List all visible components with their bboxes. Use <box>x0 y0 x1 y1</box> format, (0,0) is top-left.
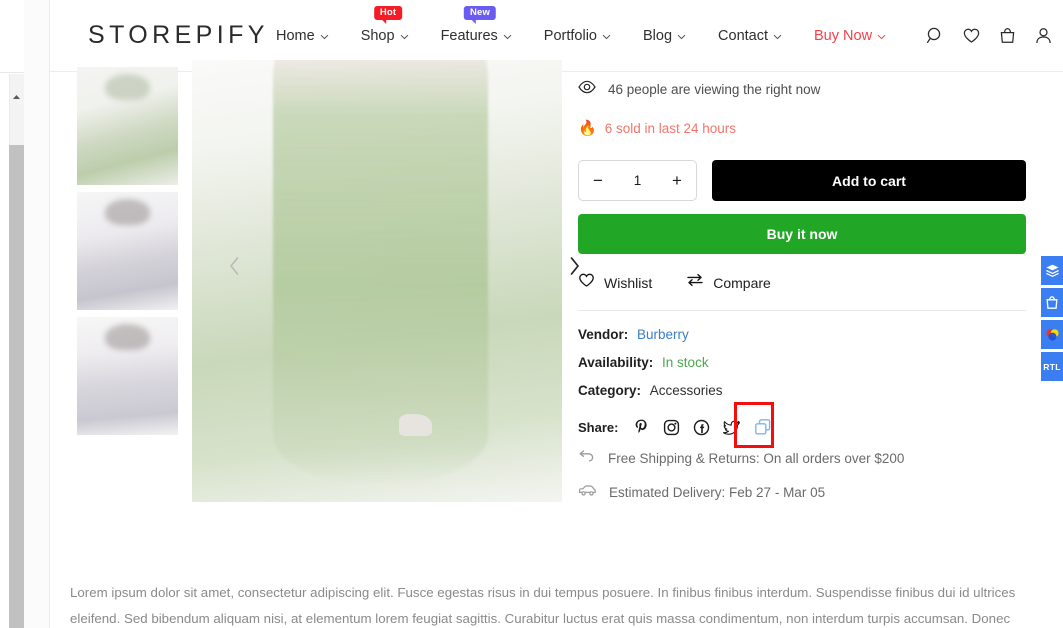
product-page: STOREPIFY Home Hot Shop New Features Por… <box>0 0 1063 628</box>
twitter-icon[interactable] <box>723 419 741 436</box>
nav-item-shop[interactable]: Hot Shop <box>345 5 425 44</box>
viewing-counter-text: 46 people are viewing the right now <box>608 82 821 97</box>
buy-it-now-button[interactable]: Buy it now <box>578 214 1026 254</box>
pinterest-icon[interactable] <box>633 418 650 436</box>
share-label: Share: <box>578 419 619 435</box>
side-toolbar: RTL <box>1041 256 1063 381</box>
eye-icon <box>578 80 596 99</box>
nav-item-contact[interactable]: Contact <box>702 28 798 44</box>
add-to-cart-button[interactable]: Add to cart <box>712 160 1026 201</box>
quantity-stepper[interactable]: − 1 + <box>578 160 697 201</box>
site-logo[interactable]: STOREPIFY <box>50 21 264 50</box>
sold-counter-text: 6 sold in last 24 hours <box>604 121 737 136</box>
shopping-bag-icon[interactable] <box>998 26 1017 45</box>
return-arrow-icon <box>578 448 596 469</box>
heart-icon <box>578 272 595 293</box>
estimated-delivery-row: Estimated Delivery: Feb 27 - Mar 05 <box>578 483 1028 502</box>
fact-value-category[interactable]: Accessories <box>650 383 723 398</box>
product-description: Lorem ipsum dolor sit amet, consectetur … <box>70 585 1016 626</box>
chevron-down-icon <box>320 28 329 44</box>
thumbnail-item[interactable] <box>77 317 178 435</box>
chevron-down-icon <box>773 28 782 44</box>
page-scrollbar-thumb[interactable] <box>9 145 24 628</box>
product-main-content: 46 people are viewing the right now 🔥 6 … <box>50 60 1063 628</box>
chevron-down-icon <box>602 28 611 44</box>
fact-label-availability: Availability: <box>578 355 654 370</box>
badge-new: New <box>463 5 497 24</box>
fact-value-availability: In stock <box>662 355 709 370</box>
product-fact-vendor: Vendor: Burberry <box>578 327 1028 342</box>
header-icon-group <box>926 26 1063 45</box>
nav-label-blog: Blog <box>643 27 673 44</box>
product-info-column: 46 people are viewing the right now 🔥 6 … <box>578 80 1028 516</box>
instagram-icon[interactable] <box>663 419 680 436</box>
flame-icon: 🔥 <box>578 120 597 137</box>
thumbnail-item[interactable] <box>77 67 178 185</box>
quantity-decrease-button[interactable]: − <box>591 172 605 189</box>
nav-item-buy-now[interactable]: Buy Now <box>798 28 902 44</box>
browser-left-strip <box>0 0 24 628</box>
wishlist-label: Wishlist <box>604 274 653 291</box>
fact-value-vendor[interactable]: Burberry <box>637 327 689 342</box>
rtl-toggle[interactable]: RTL <box>1041 352 1063 381</box>
thumbnail-list <box>77 67 178 442</box>
main-product-image[interactable] <box>192 60 562 502</box>
quantity-increase-button[interactable]: + <box>670 172 684 189</box>
nav-label-buy-now: Buy Now <box>814 27 873 44</box>
nav-item-features[interactable]: New Features <box>425 5 528 44</box>
wishlist-button[interactable]: Wishlist <box>578 272 652 293</box>
left-panel-blue-text <box>0 44 14 54</box>
share-row: Share: <box>578 402 1028 448</box>
wishlist-heart-icon[interactable] <box>962 26 981 45</box>
scrollbar-up-arrow-icon[interactable] <box>9 90 24 104</box>
chevron-down-icon <box>400 28 409 44</box>
free-shipping-text: Free Shipping & Returns: On all orders o… <box>608 451 905 466</box>
free-shipping-row: Free Shipping & Returns: On all orders o… <box>578 448 1028 469</box>
gallery-prev-arrow-icon[interactable] <box>223 255 245 277</box>
nav-label-contact: Contact <box>718 27 769 44</box>
chevron-down-icon <box>877 28 886 44</box>
main-navigation: Home Hot Shop New Features Portfolio Blo… <box>260 5 926 44</box>
nav-item-portfolio[interactable]: Portfolio <box>528 28 627 44</box>
viewing-counter-row: 46 people are viewing the right now <box>578 80 1028 99</box>
quantity-value: 1 <box>633 173 642 188</box>
fact-label-category: Category: <box>578 383 642 398</box>
facebook-icon[interactable] <box>693 419 710 436</box>
estimated-delivery-text: Estimated Delivery: Feb 27 - Mar 05 <box>609 485 826 500</box>
thumbnail-item[interactable] <box>77 192 178 310</box>
nav-label-portfolio: Portfolio <box>543 27 597 44</box>
nav-item-blog[interactable]: Blog <box>627 28 702 44</box>
sold-counter-row: 🔥 6 sold in last 24 hours <box>578 121 1028 136</box>
info-divider <box>578 310 1026 311</box>
fact-label-vendor: Vendor: <box>578 327 629 342</box>
chevron-down-icon <box>677 28 686 44</box>
badge-hot: Hot <box>373 5 403 24</box>
product-figure <box>273 60 488 485</box>
compare-arrows-icon <box>686 272 704 293</box>
product-shoe-detail <box>399 413 433 436</box>
left-panel-fragment <box>0 0 24 73</box>
wishlist-compare-row: Wishlist Compare <box>578 272 1028 293</box>
nav-label-shop: Shop <box>360 27 395 44</box>
compare-label: Compare <box>713 274 771 291</box>
product-fact-availability: Availability: In stock <box>578 355 1028 370</box>
search-icon[interactable] <box>926 26 945 45</box>
purchase-row: − 1 + Add to cart <box>578 160 1028 201</box>
delivery-car-icon <box>578 483 597 502</box>
product-fact-category: Category: Accessories <box>578 383 1028 398</box>
nav-label-home: Home <box>276 27 315 44</box>
color-wheel-icon[interactable] <box>1041 320 1063 349</box>
copy-link-icon[interactable] <box>754 418 772 436</box>
chevron-down-icon <box>503 28 512 44</box>
bag-icon[interactable] <box>1041 288 1063 317</box>
compare-button[interactable]: Compare <box>686 272 771 293</box>
browser-chrome-gap <box>24 0 50 628</box>
nav-label-features: Features <box>440 27 498 44</box>
nav-item-home[interactable]: Home <box>260 28 345 44</box>
layers-icon[interactable] <box>1041 256 1063 285</box>
account-user-icon[interactable] <box>1034 26 1053 45</box>
